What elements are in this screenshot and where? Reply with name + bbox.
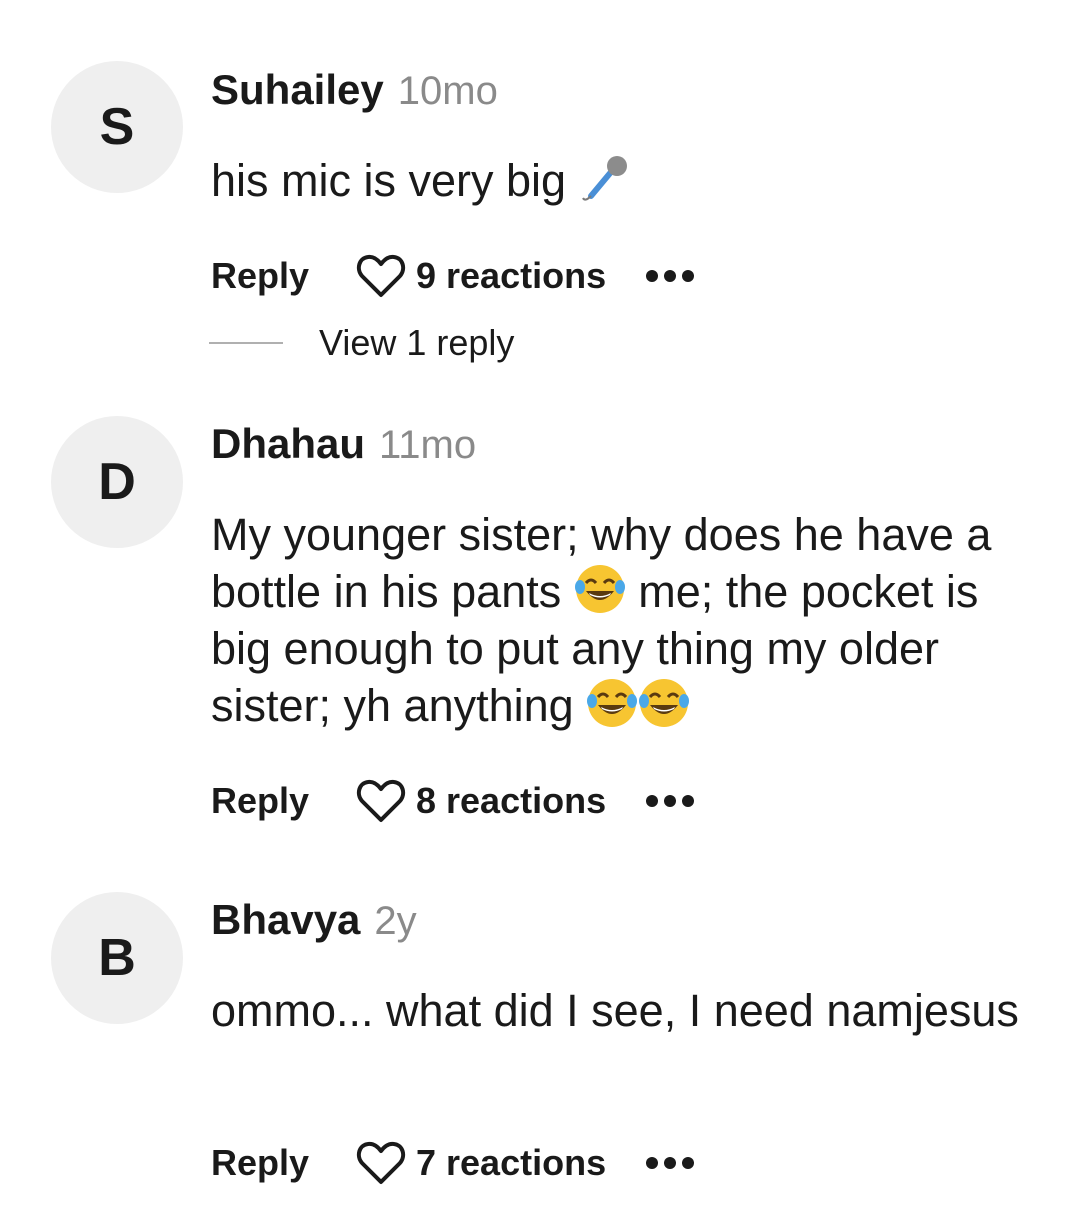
divider — [209, 342, 283, 344]
comment-actions: Reply 8 reactions — [211, 771, 695, 831]
comment-text-content: ommo... what did I see, I need namjesus — [211, 985, 1019, 1036]
comment-body: Dhahau 11mo My younger sister; why does … — [211, 420, 1040, 734]
comment-header: Suhailey 10mo — [211, 66, 1040, 130]
avatar[interactable]: D — [51, 416, 183, 548]
reply-button[interactable]: Reply — [211, 255, 356, 297]
avatar-letter: S — [99, 98, 135, 156]
heart-icon — [356, 254, 406, 297]
avatar-letter: B — [98, 929, 136, 987]
timestamp: 10mo — [397, 69, 498, 113]
microphone-icon — [581, 156, 627, 201]
comment-body: Suhailey 10mo his mic is very big — [211, 66, 1040, 209]
comment-text: My younger sister; why does he have a bo… — [211, 506, 1040, 734]
more-options-icon[interactable] — [646, 1157, 695, 1169]
comment-body: Bhavya 2y ommo... what did I see, I need… — [211, 896, 1040, 1039]
comment-text: his mic is very big — [211, 152, 1040, 209]
heart-icon — [356, 1141, 406, 1184]
reactions-button[interactable]: 9 reactions — [356, 253, 606, 299]
username[interactable]: Bhavya — [211, 896, 360, 944]
avatar[interactable]: S — [51, 61, 183, 193]
reactions-button[interactable]: 7 reactions — [356, 1140, 606, 1186]
more-options-icon[interactable] — [646, 270, 695, 282]
reactions-count: 7 reactions — [416, 1142, 607, 1183]
reactions-button[interactable]: 8 reactions — [356, 778, 606, 824]
more-options-icon[interactable] — [646, 795, 695, 807]
view-replies-link[interactable]: View 1 reply — [209, 318, 514, 368]
comment-actions: Reply 7 reactions — [211, 1133, 695, 1193]
username[interactable]: Suhailey — [211, 66, 384, 114]
username[interactable]: Dhahau — [211, 420, 365, 468]
comment-header: Bhavya 2y — [211, 896, 1040, 960]
view-replies-label: View 1 reply — [319, 322, 515, 363]
laughing-tears-icon — [639, 679, 690, 727]
comment-text: ommo... what did I see, I need namjesus — [211, 982, 1040, 1039]
comment-actions: Reply 9 reactions — [211, 246, 695, 306]
reply-button[interactable]: Reply — [211, 1142, 356, 1184]
reactions-count: 9 reactions — [416, 255, 607, 296]
timestamp: 11mo — [379, 423, 477, 467]
reply-button[interactable]: Reply — [211, 780, 356, 822]
comment-header: Dhahau 11mo — [211, 420, 1040, 484]
heart-icon — [356, 779, 406, 822]
comment-text-content: his mic is very big — [211, 155, 567, 206]
avatar[interactable]: B — [51, 892, 183, 1024]
laughing-tears-icon — [587, 679, 638, 727]
laughing-tears-icon — [574, 565, 625, 613]
reactions-count: 8 reactions — [416, 780, 607, 821]
timestamp: 2y — [374, 899, 417, 943]
avatar-letter: D — [98, 453, 136, 511]
